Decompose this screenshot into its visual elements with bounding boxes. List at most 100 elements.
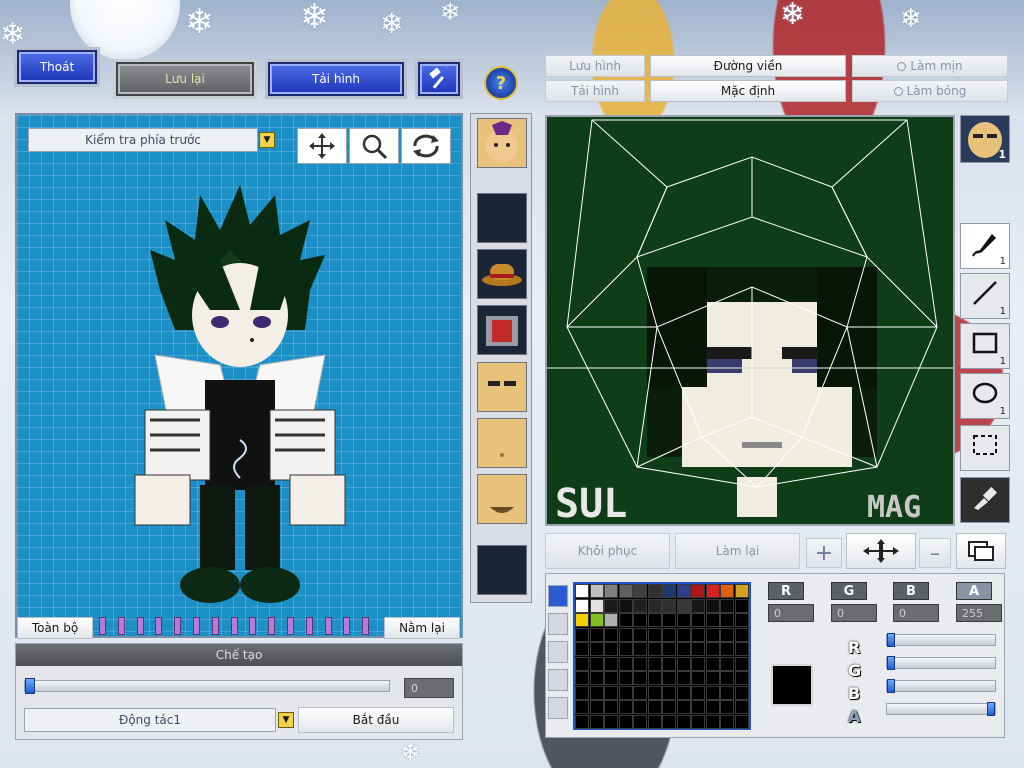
palette-cell[interactable] bbox=[662, 598, 676, 613]
palette-cell[interactable] bbox=[589, 656, 604, 671]
palette-cell[interactable] bbox=[705, 598, 720, 613]
part-slot-face2[interactable] bbox=[477, 418, 527, 468]
palette-cell[interactable] bbox=[633, 598, 647, 613]
frame-segment[interactable] bbox=[230, 617, 238, 635]
frame-slider-knob[interactable] bbox=[25, 678, 35, 694]
frame-segment[interactable] bbox=[211, 617, 219, 635]
palette-cell[interactable] bbox=[647, 714, 662, 729]
palette-cell[interactable] bbox=[662, 700, 676, 714]
palette-cell[interactable] bbox=[647, 671, 662, 685]
slider-knob[interactable] bbox=[887, 633, 895, 647]
palette-cell[interactable] bbox=[691, 700, 705, 714]
redo-button[interactable]: Làm lại bbox=[675, 533, 800, 569]
channel-value-a[interactable]: 255 bbox=[956, 604, 1002, 622]
palette-cell[interactable] bbox=[734, 671, 749, 685]
palette-grid[interactable] bbox=[573, 582, 751, 730]
palette-cell[interactable] bbox=[575, 685, 589, 700]
palette-cell[interactable] bbox=[604, 584, 618, 598]
part-slot-face1[interactable] bbox=[477, 362, 527, 412]
palette-cell[interactable] bbox=[720, 685, 734, 700]
palette-cell[interactable] bbox=[604, 685, 618, 700]
palette-tab[interactable] bbox=[548, 641, 568, 663]
palette-cell[interactable] bbox=[604, 642, 618, 656]
palette-cell[interactable] bbox=[618, 671, 633, 685]
frame-segment[interactable] bbox=[155, 617, 163, 635]
palette-cell[interactable] bbox=[575, 656, 589, 671]
palette-cell[interactable] bbox=[720, 584, 734, 598]
palette-cell[interactable] bbox=[691, 685, 705, 700]
palette-cell[interactable] bbox=[589, 613, 604, 627]
palette-cell[interactable] bbox=[618, 598, 633, 613]
channel-value-g[interactable]: 0 bbox=[831, 604, 877, 622]
palette-cell[interactable] bbox=[691, 671, 705, 685]
palette-cell[interactable] bbox=[705, 671, 720, 685]
palette-cell[interactable] bbox=[676, 642, 691, 656]
rotate-button[interactable] bbox=[401, 128, 451, 164]
load-image-button[interactable]: Tải hình bbox=[268, 62, 404, 96]
palette-cell[interactable] bbox=[589, 627, 604, 642]
palette-cell[interactable] bbox=[720, 714, 734, 729]
save-image-button[interactable]: Lưu hình bbox=[545, 55, 645, 77]
palette-cell[interactable] bbox=[662, 671, 676, 685]
palette-cell[interactable] bbox=[589, 714, 604, 729]
line-tool[interactable]: 1 bbox=[960, 273, 1010, 319]
palette-cell[interactable] bbox=[575, 584, 589, 598]
channel-slider-g[interactable] bbox=[886, 656, 996, 670]
palette-cell[interactable] bbox=[589, 584, 604, 598]
channel-slider-r[interactable] bbox=[886, 633, 996, 647]
eyedropper-tool[interactable] bbox=[960, 477, 1010, 523]
frame-value[interactable]: 0 bbox=[404, 678, 454, 698]
help-button[interactable]: ? bbox=[484, 66, 518, 100]
action-select[interactable]: Động tác1 bbox=[24, 708, 276, 732]
palette-cell[interactable] bbox=[589, 685, 604, 700]
palette-cell[interactable] bbox=[720, 700, 734, 714]
shine-button[interactable]: Làm bóng bbox=[852, 80, 1008, 102]
frame-segment[interactable] bbox=[343, 617, 351, 635]
frame-segment[interactable] bbox=[305, 617, 313, 635]
palette-cell[interactable] bbox=[691, 656, 705, 671]
palette-cell[interactable] bbox=[647, 613, 662, 627]
frame-segment[interactable] bbox=[324, 617, 332, 635]
palette-cell[interactable] bbox=[647, 656, 662, 671]
palette-cell[interactable] bbox=[676, 627, 691, 642]
palette-cell[interactable] bbox=[705, 584, 720, 598]
palette-cell[interactable] bbox=[734, 656, 749, 671]
slider-knob[interactable] bbox=[887, 679, 895, 693]
save-button[interactable]: Lưu lại bbox=[116, 62, 254, 96]
part-slot-face3[interactable] bbox=[477, 474, 527, 524]
frame-segment[interactable] bbox=[268, 617, 276, 635]
palette-cell[interactable] bbox=[633, 642, 647, 656]
palette-cell[interactable] bbox=[734, 685, 749, 700]
palette-tab[interactable] bbox=[548, 669, 568, 691]
palette-cell[interactable] bbox=[720, 598, 734, 613]
palette-cell[interactable] bbox=[662, 714, 676, 729]
palette-cell[interactable] bbox=[734, 613, 749, 627]
palette-cell[interactable] bbox=[589, 598, 604, 613]
palette-cell[interactable] bbox=[720, 613, 734, 627]
palette-cell[interactable] bbox=[705, 700, 720, 714]
move-mesh-button[interactable] bbox=[846, 533, 916, 569]
palette-cell[interactable] bbox=[604, 700, 618, 714]
palette-cell[interactable] bbox=[676, 671, 691, 685]
palette-cell[interactable] bbox=[705, 714, 720, 729]
palette-cell[interactable] bbox=[618, 627, 633, 642]
palette-cell[interactable] bbox=[705, 642, 720, 656]
palette-cell[interactable] bbox=[720, 627, 734, 642]
palette-cell[interactable] bbox=[662, 656, 676, 671]
palette-cell[interactable] bbox=[618, 656, 633, 671]
palette-cell[interactable] bbox=[676, 584, 691, 598]
restore-button[interactable]: Khôi phục bbox=[545, 533, 670, 569]
palette-cell[interactable] bbox=[647, 627, 662, 642]
part-slot-hat[interactable] bbox=[477, 249, 527, 299]
lie-down-button[interactable]: Nằm lại bbox=[384, 617, 460, 639]
palette-cell[interactable] bbox=[691, 584, 705, 598]
palette-cell[interactable] bbox=[647, 584, 662, 598]
palette-cell[interactable] bbox=[676, 598, 691, 613]
palette-cell[interactable] bbox=[575, 714, 589, 729]
palette-cell[interactable] bbox=[705, 613, 720, 627]
channel-slider-a[interactable] bbox=[886, 702, 996, 716]
palette-cell[interactable] bbox=[647, 685, 662, 700]
frame-segment[interactable] bbox=[287, 617, 294, 635]
palette-cell[interactable] bbox=[691, 642, 705, 656]
palette-cell[interactable] bbox=[575, 642, 589, 656]
